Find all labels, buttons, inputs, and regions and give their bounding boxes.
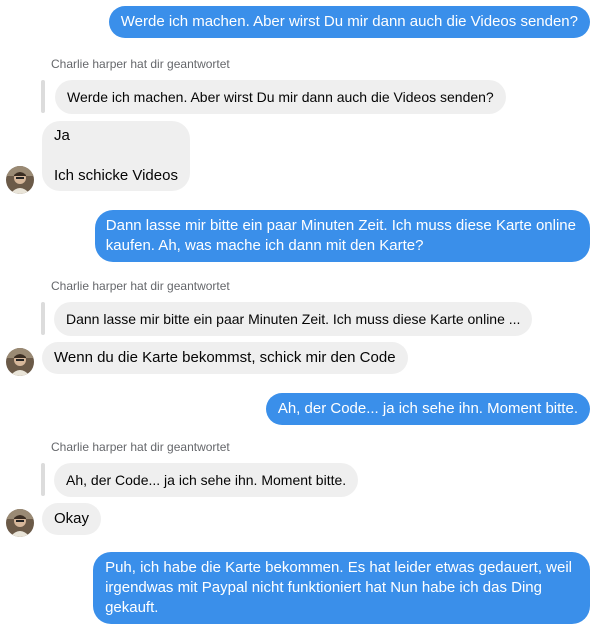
quote-bar xyxy=(41,463,45,496)
message-line: Ja xyxy=(54,127,70,144)
message-line: Ich schicke Videos xyxy=(54,167,178,184)
reply-label: Charlie harper hat dir geantwortet xyxy=(51,279,230,293)
avatar[interactable] xyxy=(6,166,34,194)
message-line: gekauft. xyxy=(105,599,159,616)
message-line xyxy=(54,146,178,166)
quoted-message[interactable]: Dann lasse mir bitte ein paar Minuten Ze… xyxy=(54,302,533,336)
user-avatar-icon xyxy=(6,348,34,376)
quoted-message[interactable]: Ah, der Code... ja ich sehe ihn. Moment … xyxy=(54,463,359,497)
user-avatar-icon xyxy=(6,166,34,194)
message-line: Puh, ich habe die Karte bekommen. Es hat… xyxy=(105,559,572,576)
avatar[interactable] xyxy=(6,509,34,537)
incoming-message[interactable]: Wenn du die Karte bekommst, schick mir d… xyxy=(42,342,408,374)
outgoing-message[interactable]: Dann lasse mir bitte ein paar Minuten Ze… xyxy=(94,210,590,262)
message-line: kaufen. Ah, was mache ich dann mit den K… xyxy=(105,237,424,254)
reply-label: Charlie harper hat dir geantwortet xyxy=(51,440,230,454)
avatar[interactable] xyxy=(6,348,34,376)
incoming-message[interactable]: Okay xyxy=(42,503,102,535)
quote-bar xyxy=(41,302,45,335)
user-avatar-icon xyxy=(6,509,34,537)
outgoing-message[interactable]: Puh, ich habe die Karte bekommen. Es hat… xyxy=(93,552,590,624)
quote-bar xyxy=(41,80,45,113)
incoming-message[interactable]: Ja Ich schicke Videos xyxy=(42,121,190,191)
outgoing-message[interactable]: Werde ich machen. Aber wirst Du mir dann… xyxy=(108,6,590,38)
outgoing-message[interactable]: Ah, der Code... ja ich sehe ihn. Moment … xyxy=(265,393,590,425)
reply-label: Charlie harper hat dir geantwortet xyxy=(51,57,230,71)
message-line: Dann lasse mir bitte ein paar Minuten Ze… xyxy=(105,217,576,234)
quoted-message[interactable]: Werde ich machen. Aber wirst Du mir dann… xyxy=(55,80,506,114)
message-line: irgendwas mit Paypal nicht funktioniert … xyxy=(105,579,542,596)
